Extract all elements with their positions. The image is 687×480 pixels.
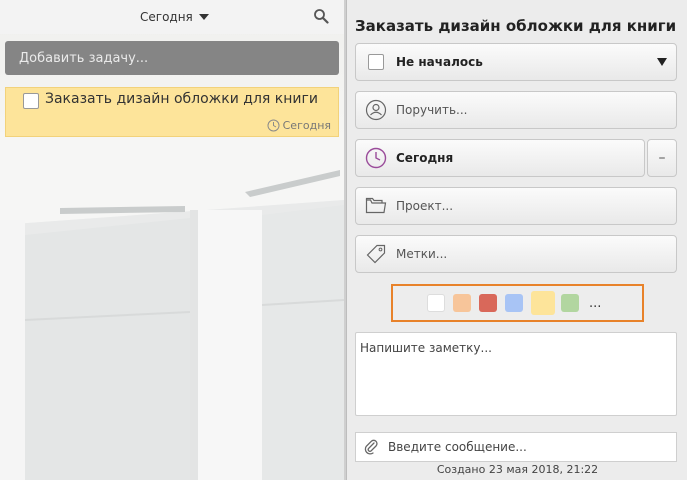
background-photo (0, 140, 344, 480)
task-due-date: Сегодня (267, 119, 331, 132)
minus-icon: – (658, 150, 666, 166)
assign-button[interactable]: Поручить... (355, 91, 677, 129)
tags-button[interactable]: Метки... (355, 235, 677, 273)
message-box (355, 432, 677, 462)
color-swatch-red[interactable] (479, 294, 497, 312)
color-swatch-orange[interactable] (453, 294, 471, 312)
chevron-down-icon (198, 14, 209, 20)
task-list-pane: Сегодня Заказать дизайн обложки для книг… (0, 0, 344, 480)
clock-icon (267, 119, 280, 132)
tag-icon (366, 244, 386, 264)
triangle-down-icon (657, 58, 667, 66)
more-colors-button[interactable]: ... (589, 296, 601, 311)
note-textarea[interactable] (355, 332, 677, 416)
color-swatch-blue[interactable] (505, 294, 523, 312)
paperclip-icon[interactable] (364, 438, 378, 456)
task-title: Заказать дизайн обложки для книги (45, 91, 318, 107)
color-swatch-yellow-selected[interactable] (531, 291, 555, 315)
date-filter-label: Сегодня (140, 10, 193, 24)
status-label: Не началось (396, 55, 483, 69)
task-due-label: Сегодня (282, 119, 331, 132)
color-swatch-green[interactable] (561, 294, 579, 312)
project-label: Проект... (396, 199, 454, 213)
color-palette: ... (391, 284, 644, 322)
message-input[interactable] (388, 440, 658, 454)
person-icon (365, 99, 387, 121)
due-date-label: Сегодня (396, 151, 454, 165)
search-icon[interactable] (313, 8, 329, 24)
clear-due-date-button[interactable]: – (647, 139, 677, 177)
clock-icon (365, 147, 387, 169)
folder-icon (365, 197, 387, 214)
color-swatch-white[interactable] (427, 294, 445, 312)
task-item[interactable]: Заказать дизайн обложки для книги Сегодн… (5, 87, 339, 137)
created-timestamp: Создано 23 мая 2018, 21:22 (436, 463, 599, 476)
list-toolbar: Сегодня (0, 0, 344, 34)
due-date-button[interactable]: Сегодня (355, 139, 645, 177)
task-detail-title[interactable]: Заказать дизайн обложки для книги (355, 17, 676, 35)
project-button[interactable]: Проект... (355, 187, 677, 225)
task-detail-pane: Заказать дизайн обложки для книги Не нач… (346, 0, 687, 480)
assign-label: Поручить... (396, 103, 468, 117)
tags-label: Метки... (396, 247, 448, 261)
status-dropdown[interactable]: Не началось (355, 43, 677, 81)
date-filter-dropdown[interactable]: Сегодня (140, 8, 209, 26)
task-checkbox[interactable] (23, 93, 39, 109)
add-task-input[interactable] (5, 41, 339, 75)
status-checkbox[interactable] (368, 54, 384, 70)
